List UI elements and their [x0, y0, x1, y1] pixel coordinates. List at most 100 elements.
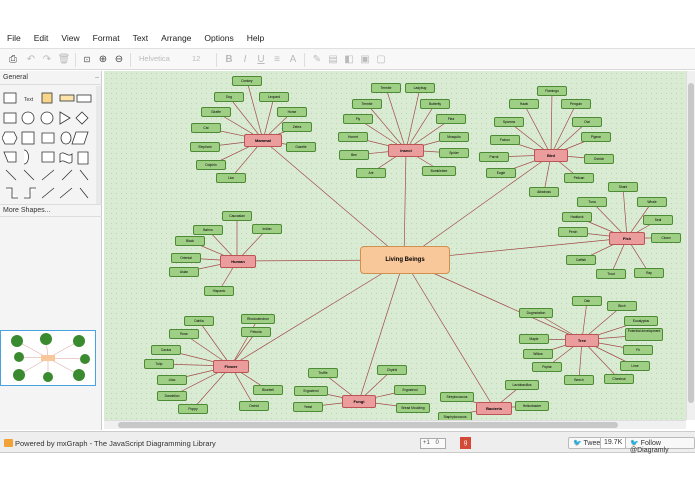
node-leaf[interactable]: Bluebell — [253, 385, 283, 395]
node-leaf[interactable]: Dahlia — [184, 316, 214, 326]
node-leaf[interactable]: Poplar — [532, 362, 562, 372]
node-leaf[interactable]: Streptococcus — [440, 392, 474, 402]
node-leaf[interactable]: Ant — [356, 168, 386, 178]
menu-text[interactable]: Text — [133, 33, 149, 43]
node-leaf[interactable]: Donkey — [232, 76, 262, 86]
node-leaf[interactable]: Bread Moulding — [396, 403, 430, 413]
node-human[interactable]: Human — [220, 255, 256, 268]
google-plus-button[interactable]: +1 0 — [420, 438, 446, 449]
node-leaf[interactable]: Pelican — [564, 173, 594, 183]
node-leaf[interactable]: Poppy — [178, 404, 208, 414]
node-leaf[interactable]: Tuna — [577, 197, 607, 207]
node-leaf[interactable]: Albatross — [529, 187, 559, 197]
node-leaf[interactable]: Dolphin — [196, 160, 226, 170]
node-leaf[interactable]: Bee — [339, 150, 369, 160]
sidebar-scrollbar[interactable] — [96, 86, 101, 204]
node-leaf[interactable]: Hornet — [338, 132, 368, 142]
node-leaf[interactable]: Giraffe — [201, 107, 231, 117]
node-leaf[interactable]: Birch — [607, 301, 637, 311]
zoom-in-icon[interactable]: ⊕ — [96, 53, 110, 67]
node-leaf[interactable]: Orchid — [239, 401, 269, 411]
node-leaf[interactable]: Trout — [596, 269, 626, 279]
node-leaf[interactable]: Bahnu — [193, 225, 223, 235]
node-leaf[interactable]: Ladybug — [405, 83, 435, 93]
font-family-select[interactable]: Helvetica — [139, 54, 170, 63]
shadow-icon[interactable]: ▣ — [358, 53, 372, 67]
menu-arrange[interactable]: Arrange — [161, 33, 191, 43]
node-leaf[interactable]: Hawk — [509, 99, 539, 109]
node-leaf[interactable]: Mosquito — [439, 132, 469, 142]
rounded-icon[interactable]: ▢ — [374, 53, 388, 67]
font-size-select[interactable]: 12 — [192, 54, 200, 63]
node-leaf[interactable]: Parrot — [479, 152, 509, 162]
node-leaf[interactable]: Cactus — [151, 345, 181, 355]
node-leaf[interactable]: Owl — [572, 117, 602, 127]
node-leaf[interactable]: Zebra — [282, 122, 312, 132]
node-leaf[interactable]: Elephant — [190, 142, 220, 152]
node-leaf[interactable]: Haddock — [562, 212, 592, 222]
node-leaf[interactable]: Lactobacillus — [505, 380, 539, 390]
node-leaf[interactable]: Black — [175, 236, 205, 246]
underline-icon[interactable]: U — [254, 53, 268, 67]
node-leaf[interactable]: Fly — [343, 114, 373, 124]
node-leaf[interactable]: Yeast — [293, 402, 323, 412]
italic-icon[interactable]: I — [238, 53, 252, 67]
menu-help[interactable]: Help — [247, 33, 264, 43]
node-leaf[interactable]: Lion — [216, 173, 246, 183]
node-leaf[interactable]: Sparrow — [494, 117, 524, 127]
node-leaf[interactable]: Flamingo — [537, 86, 567, 96]
node-leaf[interactable]: Dandelion — [157, 391, 187, 401]
delete-icon[interactable]: 🗑 — [57, 53, 71, 67]
node-leaf[interactable]: Falcon — [490, 135, 520, 145]
node-leaf[interactable]: Leopard — [259, 92, 289, 102]
node-leaf[interactable]: Dog — [214, 92, 244, 102]
node-leaf[interactable]: Staphylococcus — [438, 412, 472, 420]
node-leaf[interactable]: Gazelle — [286, 142, 316, 152]
node-flower[interactable]: Flower — [213, 360, 249, 373]
node-living-beings[interactable]: Living Beings — [360, 246, 450, 274]
node-leaf[interactable]: Truffle — [308, 368, 338, 378]
node-leaf[interactable]: Ray — [634, 268, 664, 278]
horizontal-scrollbar[interactable] — [104, 420, 686, 429]
node-leaf[interactable]: Chytrid — [377, 365, 407, 375]
node-leaf[interactable]: Fir — [623, 345, 653, 355]
node-bird[interactable]: Bird — [534, 149, 568, 162]
menu-edit[interactable]: Edit — [34, 33, 49, 43]
node-leaf[interactable]: Eucalyptus — [624, 316, 658, 326]
undo-icon[interactable]: ↶ — [24, 53, 38, 67]
node-leaf[interactable]: Ergosterol — [294, 386, 328, 396]
menu-format[interactable]: Format — [93, 33, 120, 43]
bold-icon[interactable]: B — [222, 53, 236, 67]
general-section-header[interactable]: General – — [0, 71, 102, 85]
node-leaf[interactable]: Whale — [637, 197, 667, 207]
node-tree[interactable]: Tree — [565, 334, 599, 347]
node-fish[interactable]: Fish — [609, 232, 645, 245]
font-color-icon[interactable]: A — [286, 53, 300, 67]
node-leaf[interactable]: Catfish — [566, 255, 596, 265]
node-leaf[interactable]: Termite — [371, 83, 401, 93]
vertical-scroll-thumb[interactable] — [688, 83, 694, 403]
node-leaf[interactable]: Petunia — [241, 327, 271, 337]
node-leaf[interactable]: Lilac — [157, 375, 187, 385]
node-leaf[interactable]: Caucasian — [222, 211, 252, 221]
node-leaf[interactable]: Termite — [352, 99, 382, 109]
collapse-icon[interactable]: – — [95, 74, 99, 81]
node-leaf[interactable]: Ergosterol — [394, 385, 426, 395]
menu-view[interactable]: View — [61, 33, 79, 43]
node-leaf[interactable]: Pigeon — [581, 132, 611, 142]
node-leaf[interactable]: Seal — [643, 215, 673, 225]
line-color-icon[interactable]: ✎ — [310, 53, 324, 67]
node-fungi[interactable]: Fungi — [342, 395, 376, 408]
diagram-canvas[interactable]: Living Beings Mammal Insect Bird Human F… — [104, 71, 686, 420]
node-leaf[interactable]: Rose — [169, 329, 199, 339]
node-leaf[interactable]: Spider — [439, 148, 469, 158]
outline-preview[interactable] — [0, 330, 96, 386]
node-leaf[interactable]: Oriental — [171, 253, 201, 263]
node-leaf[interactable]: Potential development — [625, 328, 663, 341]
vertical-scrollbar[interactable] — [686, 71, 695, 420]
node-leaf[interactable]: Ostrich — [584, 154, 614, 164]
google-icon[interactable]: g — [460, 437, 471, 449]
node-leaf[interactable]: Penguin — [561, 99, 591, 109]
fill-icon[interactable]: ▤ — [326, 53, 340, 67]
node-leaf[interactable]: Tulip — [144, 359, 174, 369]
